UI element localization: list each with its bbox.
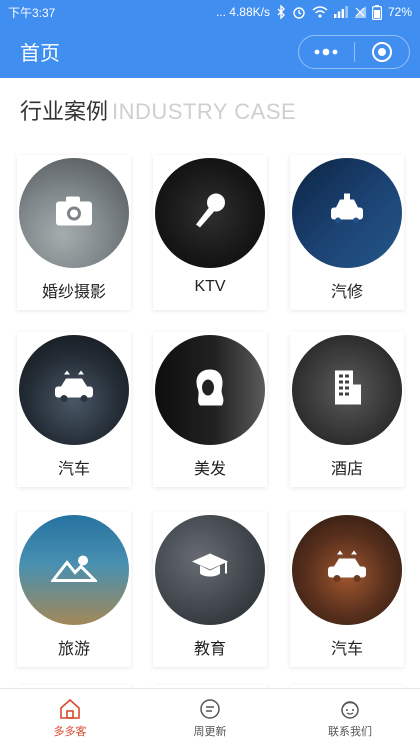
case-thumb xyxy=(155,515,265,625)
case-card-car-repair[interactable]: 汽修 xyxy=(290,155,404,310)
signal-icon xyxy=(333,6,348,18)
hair-icon xyxy=(192,368,228,413)
case-thumb xyxy=(292,158,402,268)
no-sim-icon xyxy=(353,6,366,18)
case-thumb xyxy=(19,158,129,268)
nav-header: 首页 xyxy=(0,24,420,78)
case-label: KTV xyxy=(194,278,226,295)
tab-home[interactable]: 多多客 xyxy=(0,689,140,747)
tab-label: 多多客 xyxy=(53,726,87,738)
case-card-hair[interactable]: 美发 xyxy=(153,332,267,487)
case-label: 婚纱摄影 xyxy=(41,284,106,301)
mini-program-capsule xyxy=(298,35,410,69)
microphone-icon xyxy=(192,191,228,236)
section-heading: 行业案例 INDUSTRY CASE xyxy=(20,94,296,124)
section-title-en: INDUSTRY CASE xyxy=(112,99,297,124)
tab-label: 周更新 xyxy=(193,726,227,738)
tab-label: 联系我们 xyxy=(328,726,372,738)
status-time: 下午3:37 xyxy=(8,5,56,20)
landscape-icon xyxy=(49,553,99,588)
camera-icon xyxy=(54,194,94,233)
case-label: 汽车 xyxy=(57,461,90,478)
update-icon xyxy=(200,699,220,719)
battery-icon xyxy=(371,4,382,20)
close-program-button[interactable] xyxy=(355,36,410,68)
case-card-ktv[interactable]: KTV xyxy=(153,155,267,310)
car-icon xyxy=(52,370,96,410)
case-thumb xyxy=(19,335,129,445)
car-repair-icon xyxy=(327,193,367,233)
more-button[interactable] xyxy=(299,36,354,68)
contact-icon xyxy=(341,701,359,719)
more-dots-icon xyxy=(314,48,338,56)
bluetooth-icon xyxy=(276,5,286,19)
section-title-cn: 行业案例 xyxy=(20,99,109,124)
graduation-cap-icon xyxy=(190,552,230,589)
case-label: 美发 xyxy=(193,461,226,478)
case-card-wedding[interactable]: 婚纱摄影 xyxy=(17,155,131,310)
bottom-tab-bar: 多多客 周更新 联系我们 xyxy=(0,688,420,747)
case-card-car-2[interactable]: 汽车 xyxy=(290,512,404,667)
case-card-car[interactable]: 汽车 xyxy=(17,332,131,487)
case-card-travel[interactable]: 旅游 xyxy=(17,512,131,667)
case-label: 汽车 xyxy=(330,641,363,658)
case-label: 旅游 xyxy=(57,641,90,658)
status-bar: 下午3:37 ... 4.88K/s 72% xyxy=(0,0,420,24)
case-thumb xyxy=(292,335,402,445)
target-circle-icon xyxy=(371,42,392,62)
home-icon xyxy=(60,698,80,719)
case-thumb xyxy=(155,158,265,268)
case-label: 教育 xyxy=(193,641,226,658)
case-thumb xyxy=(292,515,402,625)
alarm-icon xyxy=(292,5,306,19)
hotel-icon xyxy=(331,369,363,412)
page-title: 首页 xyxy=(20,43,60,65)
case-label: 汽修 xyxy=(330,284,363,301)
case-card-hotel[interactable]: 酒店 xyxy=(290,332,404,487)
case-label: 酒店 xyxy=(330,461,363,478)
case-thumb xyxy=(19,515,129,625)
tab-updates[interactable]: 周更新 xyxy=(140,689,280,747)
case-thumb xyxy=(155,335,265,445)
battery-level: 72% xyxy=(387,5,412,19)
tab-contact[interactable]: 联系我们 xyxy=(280,689,420,747)
car-icon xyxy=(325,550,369,590)
wifi-icon xyxy=(312,6,328,18)
network-speed: ... 4.88K/s xyxy=(215,5,270,19)
case-card-education[interactable]: 教育 xyxy=(153,512,267,667)
